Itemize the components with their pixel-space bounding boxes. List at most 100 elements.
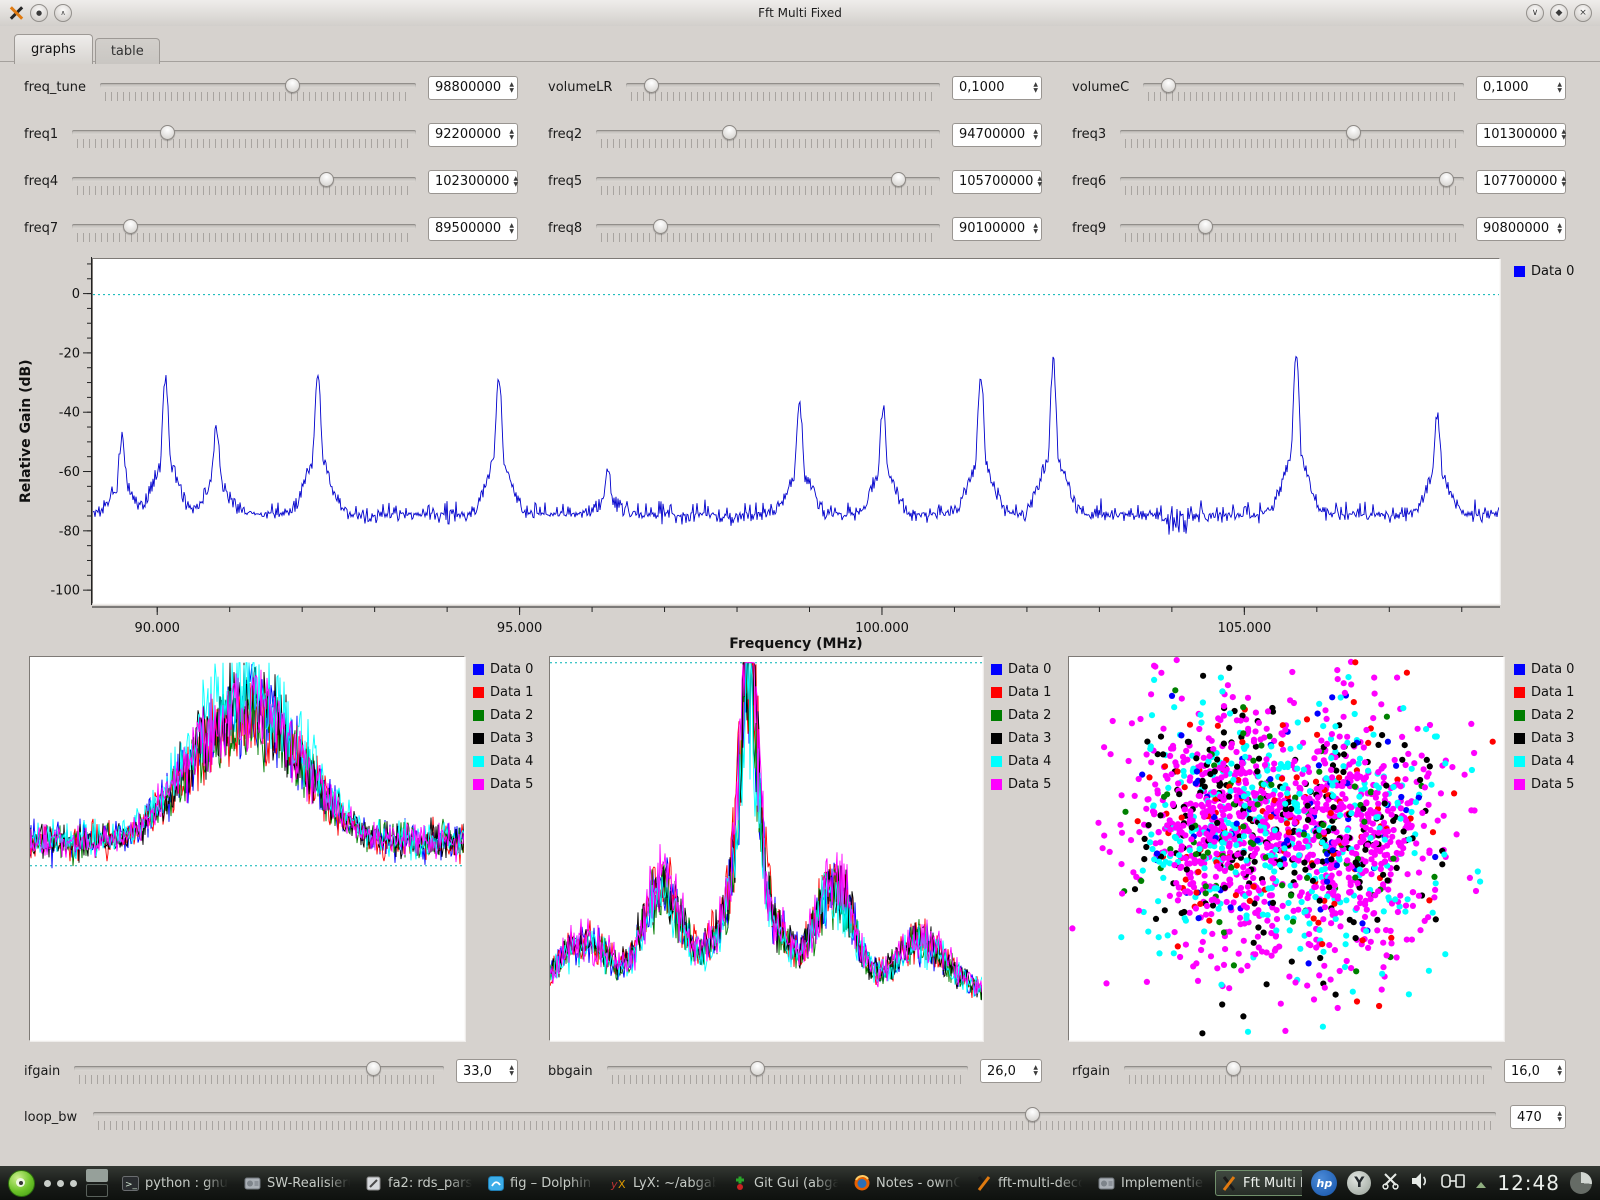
slider-rfgain[interactable] [1124, 1057, 1492, 1085]
spinbox-freq8[interactable]: 90100000▲▼ [952, 217, 1042, 241]
slider-bbgain[interactable] [607, 1057, 968, 1085]
shade-button[interactable]: ∧ [54, 4, 72, 22]
spinbox-value[interactable]: 16,0 [1511, 1064, 1553, 1079]
desktop-1[interactable] [86, 1169, 108, 1182]
spinbox-volumeC[interactable]: 0,1000▲▼ [1476, 76, 1566, 100]
slider-handle[interactable] [285, 78, 300, 93]
spin-down-icon[interactable]: ▼ [513, 182, 518, 188]
spin-down-icon[interactable]: ▼ [1557, 88, 1562, 94]
slider-volumeC[interactable] [1143, 74, 1464, 102]
tray-expander-icon[interactable] [1475, 1174, 1487, 1193]
spinbox-value[interactable]: 105700000 [959, 174, 1033, 189]
taskbar-task-implementieru[interactable]: Implementieru [1093, 1170, 1211, 1196]
spin-down-icon[interactable]: ▼ [509, 1071, 514, 1077]
spin-down-icon[interactable]: ▼ [1561, 182, 1566, 188]
spinbox-value[interactable]: 92200000 [435, 127, 505, 142]
load-pie-icon[interactable] [1570, 1172, 1592, 1194]
slider-handle[interactable] [1161, 78, 1176, 93]
slider-track[interactable] [596, 224, 940, 229]
spinbox-value[interactable]: 90800000 [1483, 221, 1553, 236]
slider-handle[interactable] [1198, 219, 1213, 234]
slider-track[interactable] [93, 1112, 1496, 1117]
slider-handle[interactable] [750, 1061, 765, 1076]
slider-freq1[interactable] [72, 121, 416, 149]
yast-tray-icon[interactable]: Y [1347, 1171, 1371, 1195]
slider-track[interactable] [1124, 1066, 1492, 1071]
volume-speaker-icon[interactable] [1411, 1172, 1431, 1194]
slider-handle[interactable] [1439, 172, 1454, 187]
slider-handle[interactable] [366, 1061, 381, 1076]
tab-table[interactable]: table [95, 38, 160, 64]
spinbox-freq4[interactable]: 102300000▲▼ [428, 170, 518, 194]
slider-track[interactable] [74, 1066, 444, 1071]
spin-down-icon[interactable]: ▼ [509, 229, 514, 235]
slider-handle[interactable] [722, 125, 737, 140]
spinbox-value[interactable]: 26,0 [987, 1064, 1029, 1079]
spin-down-icon[interactable]: ▼ [1033, 1071, 1038, 1077]
spinbox-volumeLR[interactable]: 0,1000▲▼ [952, 76, 1042, 100]
spin-down-icon[interactable]: ▼ [509, 135, 514, 141]
taskbar-task-notes-owncl[interactable]: Notes - ownCl [849, 1170, 967, 1196]
slider-track[interactable] [1120, 130, 1464, 135]
slider-track[interactable] [72, 177, 416, 182]
spinbox-freq1[interactable]: 92200000▲▼ [428, 123, 518, 147]
taskbar-task-fa2-rds-parse[interactable]: fa2: rds_parse [361, 1170, 479, 1196]
spinbox-freq7[interactable]: 89500000▲▼ [428, 217, 518, 241]
taskbar-task-fig-dolphin[interactable]: fig – Dolphin [483, 1170, 601, 1196]
slider-track[interactable] [596, 177, 940, 182]
close-button[interactable]: × [1574, 4, 1592, 22]
spin-down-icon[interactable]: ▼ [1033, 88, 1038, 94]
slider-freq8[interactable] [596, 215, 940, 243]
clock[interactable]: 12:48 [1497, 1171, 1560, 1195]
slider-track[interactable] [1120, 177, 1464, 182]
slider-handle[interactable] [319, 172, 334, 187]
spinbox-freq9[interactable]: 90800000▲▼ [1476, 217, 1566, 241]
taskbar-task-fft-multi-decod[interactable]: fft-multi-decod [971, 1170, 1089, 1196]
spin-down-icon[interactable]: ▼ [1557, 1071, 1562, 1077]
spinbox-value[interactable]: 33,0 [463, 1064, 505, 1079]
spinbox-freq3[interactable]: 101300000▲▼ [1476, 123, 1566, 147]
slider-handle[interactable] [1226, 1061, 1241, 1076]
spinbox-rfgain[interactable]: 16,0▲▼ [1504, 1059, 1566, 1083]
slider-track[interactable] [596, 130, 940, 135]
keyboard-layout-icon[interactable] [1441, 1173, 1465, 1193]
hp-tray-icon[interactable]: hp [1311, 1170, 1337, 1196]
desktop-pager[interactable] [86, 1169, 108, 1197]
spin-down-icon[interactable]: ▼ [1561, 135, 1566, 141]
spinbox-freq5[interactable]: 105700000▲▼ [952, 170, 1042, 194]
slider-freq7[interactable] [72, 215, 416, 243]
slider-freq4[interactable] [72, 168, 416, 196]
taskbar-task-fft-multi-fixed[interactable]: Fft Multi Fixed [1215, 1170, 1302, 1196]
spin-down-icon[interactable]: ▼ [1033, 135, 1038, 141]
taskbar-task-lyx-abgabe[interactable]: yXLyX: ~/abgabe [605, 1170, 723, 1196]
slider-handle[interactable] [160, 125, 175, 140]
spin-down-icon[interactable]: ▼ [1557, 1117, 1562, 1123]
maximize-button[interactable]: ◆ [1550, 4, 1568, 22]
slider-track[interactable] [1120, 224, 1464, 229]
desktop-2[interactable] [86, 1184, 108, 1197]
klipper-scissors-icon[interactable] [1381, 1172, 1401, 1194]
slider-freq_tune[interactable] [100, 74, 416, 102]
pin-button[interactable]: ● [30, 4, 48, 22]
slider-track[interactable] [1143, 83, 1464, 88]
slider-handle[interactable] [1025, 1107, 1040, 1122]
slider-loop_bw[interactable] [93, 1103, 1496, 1131]
slider-ifgain[interactable] [74, 1057, 444, 1085]
taskbar-task-git-gui-abgab[interactable]: Git Gui (abgab [727, 1170, 845, 1196]
suse-menu-icon[interactable] [8, 1170, 35, 1197]
spinbox-value[interactable]: 89500000 [435, 221, 505, 236]
slider-track[interactable] [626, 83, 940, 88]
spinbox-freq6[interactable]: 107700000▲▼ [1476, 170, 1566, 194]
slider-handle[interactable] [653, 219, 668, 234]
spinbox-value[interactable]: 101300000 [1483, 127, 1557, 142]
spin-down-icon[interactable]: ▼ [1557, 229, 1562, 235]
spinbox-value[interactable]: 102300000 [435, 174, 509, 189]
slider-track[interactable] [607, 1066, 968, 1071]
spinbox-loop_bw[interactable]: 470▲▼ [1510, 1105, 1566, 1129]
spin-down-icon[interactable]: ▼ [1033, 229, 1038, 235]
slider-freq9[interactable] [1120, 215, 1464, 243]
slider-volumeLR[interactable] [626, 74, 940, 102]
slider-handle[interactable] [644, 78, 659, 93]
taskbar-task-python-gnur[interactable]: >_python : gnur [117, 1170, 235, 1196]
spin-down-icon[interactable]: ▼ [509, 88, 514, 94]
